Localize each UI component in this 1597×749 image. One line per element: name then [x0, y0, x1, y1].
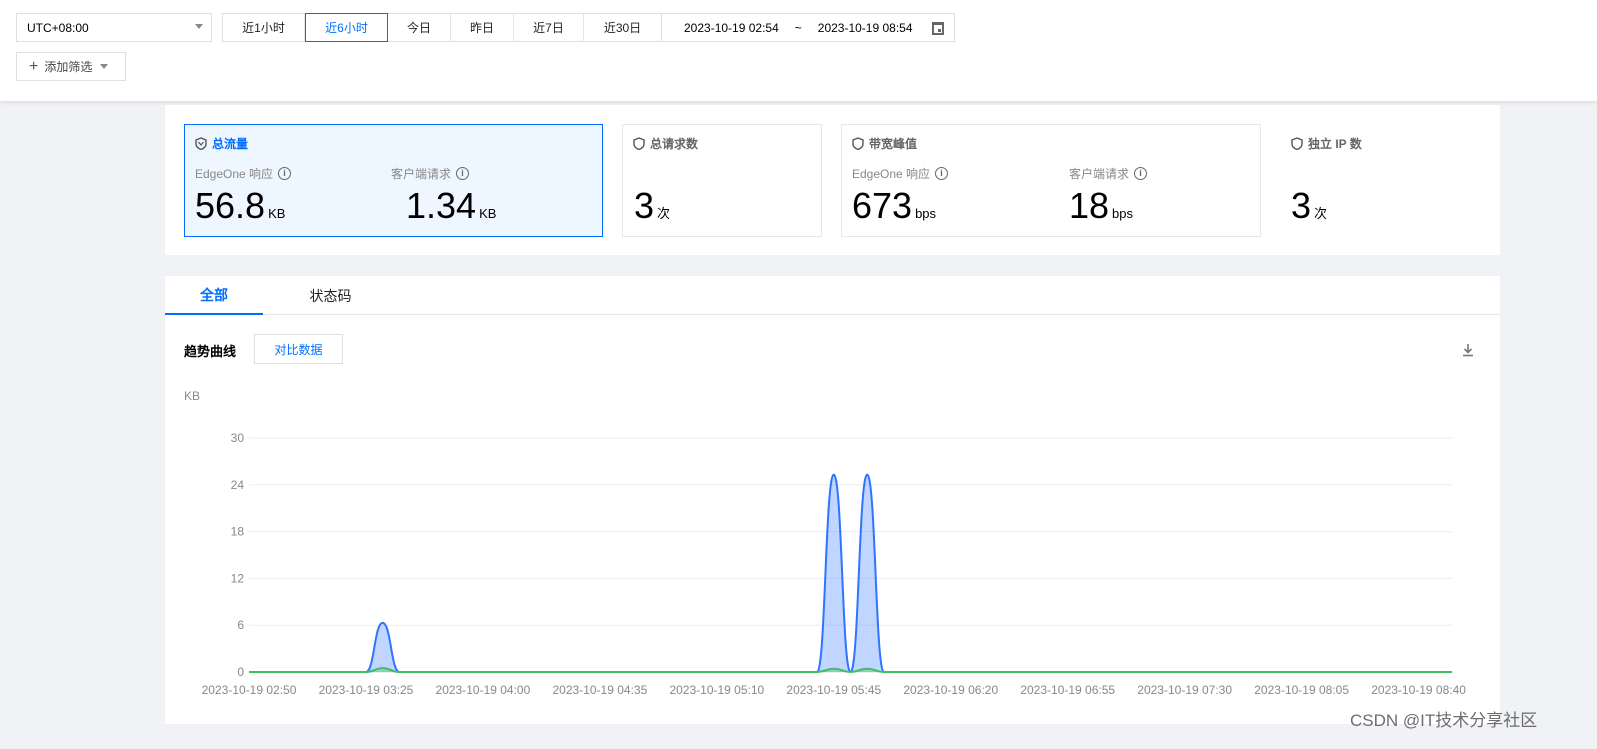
metric-label: 客户端请求 — [1069, 167, 1130, 181]
stat-card-peak-bandwidth[interactable]: 带宽峰值 EdgeOne 响应 i 673 bps 客户端请求 i 18 bps — [841, 124, 1261, 237]
calendar-icon[interactable] — [932, 22, 944, 35]
metric-unit: bps — [1112, 206, 1134, 221]
add-filter-label: 添加筛选 — [44, 60, 93, 74]
metric-value: 3 — [1291, 185, 1312, 226]
metric-label: 客户端请求 — [391, 167, 452, 181]
date-end: 2023-10-19 08:54 — [817, 20, 913, 35]
range-7d[interactable]: 近7日 — [514, 14, 584, 41]
metric-label: EdgeOne 响应 — [852, 167, 931, 181]
metric-unit: KB — [268, 206, 286, 221]
toolbar: UTC+08:00 近1小时 近6小时 今日 昨日 近7日 近30日 2023-… — [0, 0, 1597, 101]
y-tick-label: 30 — [231, 431, 245, 445]
shield-icon — [633, 137, 645, 150]
x-tick-label: 2023-10-19 07:30 — [1137, 683, 1232, 697]
series-line — [248, 473, 1452, 674]
timezone-value: UTC+08:00 — [27, 20, 89, 35]
metric-unit: KB — [479, 206, 497, 221]
range-1h[interactable]: 近1小时 — [223, 14, 305, 41]
metric-value: 1.34 — [406, 185, 477, 226]
info-icon[interactable]: i — [456, 167, 470, 180]
shield-icon — [852, 137, 864, 150]
info-icon[interactable]: i — [1134, 167, 1148, 180]
info-icon[interactable]: i — [278, 167, 292, 180]
card-title: 独立 IP 数 — [1308, 137, 1362, 151]
series-line — [248, 667, 1452, 674]
range-today[interactable]: 今日 — [388, 14, 451, 41]
x-tick-label: 2023-10-19 04:00 — [436, 683, 531, 697]
shield-icon — [195, 137, 207, 150]
watermark: CSDN @IT技术分享社区 — [1350, 711, 1538, 730]
x-tick-label: 2023-10-19 03:25 — [319, 683, 414, 697]
x-tick-label: 2023-10-19 08:40 — [1371, 683, 1466, 697]
plus-icon: + — [29, 57, 39, 75]
date-range-picker[interactable]: 2023-10-19 02:54 ~ 2023-10-19 08:54 — [661, 13, 955, 42]
card-title: 总流量 — [212, 137, 249, 151]
date-start: 2023-10-19 02:54 — [684, 20, 779, 35]
series-area — [249, 474, 1452, 672]
card-title: 总请求数 — [650, 137, 699, 151]
x-tick-label: 2023-10-19 06:20 — [903, 683, 998, 697]
metric-unit: 次 — [657, 206, 671, 221]
time-range-group: 近1小时 近6小时 今日 昨日 近7日 近30日 — [222, 13, 662, 42]
x-tick-label: 2023-10-19 05:45 — [786, 683, 881, 697]
timezone-select[interactable]: UTC+08:00 — [16, 13, 212, 42]
metric-value: 56.8 — [195, 185, 266, 226]
metric-value: 18 — [1069, 185, 1110, 226]
x-tick-label: 2023-10-19 04:35 — [553, 683, 648, 697]
stats-panel: 总流量 EdgeOne 响应 i 56.8 KB 客户端请求 i 1.34 KB 总请求… — [165, 105, 1500, 255]
x-tick-label: 2023-10-19 06:55 — [1020, 683, 1115, 697]
chevron-down-icon — [195, 24, 203, 29]
x-tick-label: 2023-10-19 05:10 — [669, 683, 764, 697]
info-icon[interactable]: i — [935, 167, 949, 180]
card-title: 带宽峰值 — [869, 137, 918, 151]
range-yesterday[interactable]: 昨日 — [451, 14, 514, 41]
stat-card-total-requests[interactable]: 总请求数 3次 — [622, 124, 822, 237]
date-separator: ~ — [794, 20, 802, 35]
y-tick-label: 0 — [237, 665, 244, 679]
trend-chart: 0 6 12 18 24 30 2023-10-19 02:50 2023-10-19 03:… — [202, 431, 1467, 697]
x-tick-label: 2023-10-19 02:50 — [202, 683, 297, 697]
y-tick-label: 12 — [231, 571, 245, 585]
metric-value: 673 — [852, 185, 913, 226]
metric-label: EdgeOne 响应 — [195, 167, 274, 181]
chevron-down-icon — [100, 64, 109, 69]
chart-card: 全部 状态码 趋势曲线 对比数据 KB 0 6 12 18 24 30 2023-10-19… — [165, 276, 1500, 724]
metric-unit: bps — [915, 206, 937, 221]
y-tick-label: 24 — [231, 478, 245, 492]
y-tick-label: 18 — [231, 525, 245, 539]
add-filter-button[interactable]: + 添加筛选 — [16, 52, 126, 81]
metric-unit: 次 — [1314, 206, 1328, 221]
range-30d[interactable]: 近30日 — [584, 14, 661, 41]
shield-icon — [1291, 137, 1303, 150]
stat-card-unique-ips[interactable]: 独立 IP 数 3次 — [1280, 124, 1480, 237]
stat-card-total-traffic[interactable]: 总流量 EdgeOne 响应 i 56.8 KB 客户端请求 i 1.34 KB — [184, 124, 603, 237]
metric-value: 3 — [634, 185, 655, 226]
y-tick-label: 6 — [237, 618, 244, 632]
range-6h[interactable]: 近6小时 — [305, 13, 388, 42]
x-tick-label: 2023-10-19 08:05 — [1254, 683, 1349, 697]
